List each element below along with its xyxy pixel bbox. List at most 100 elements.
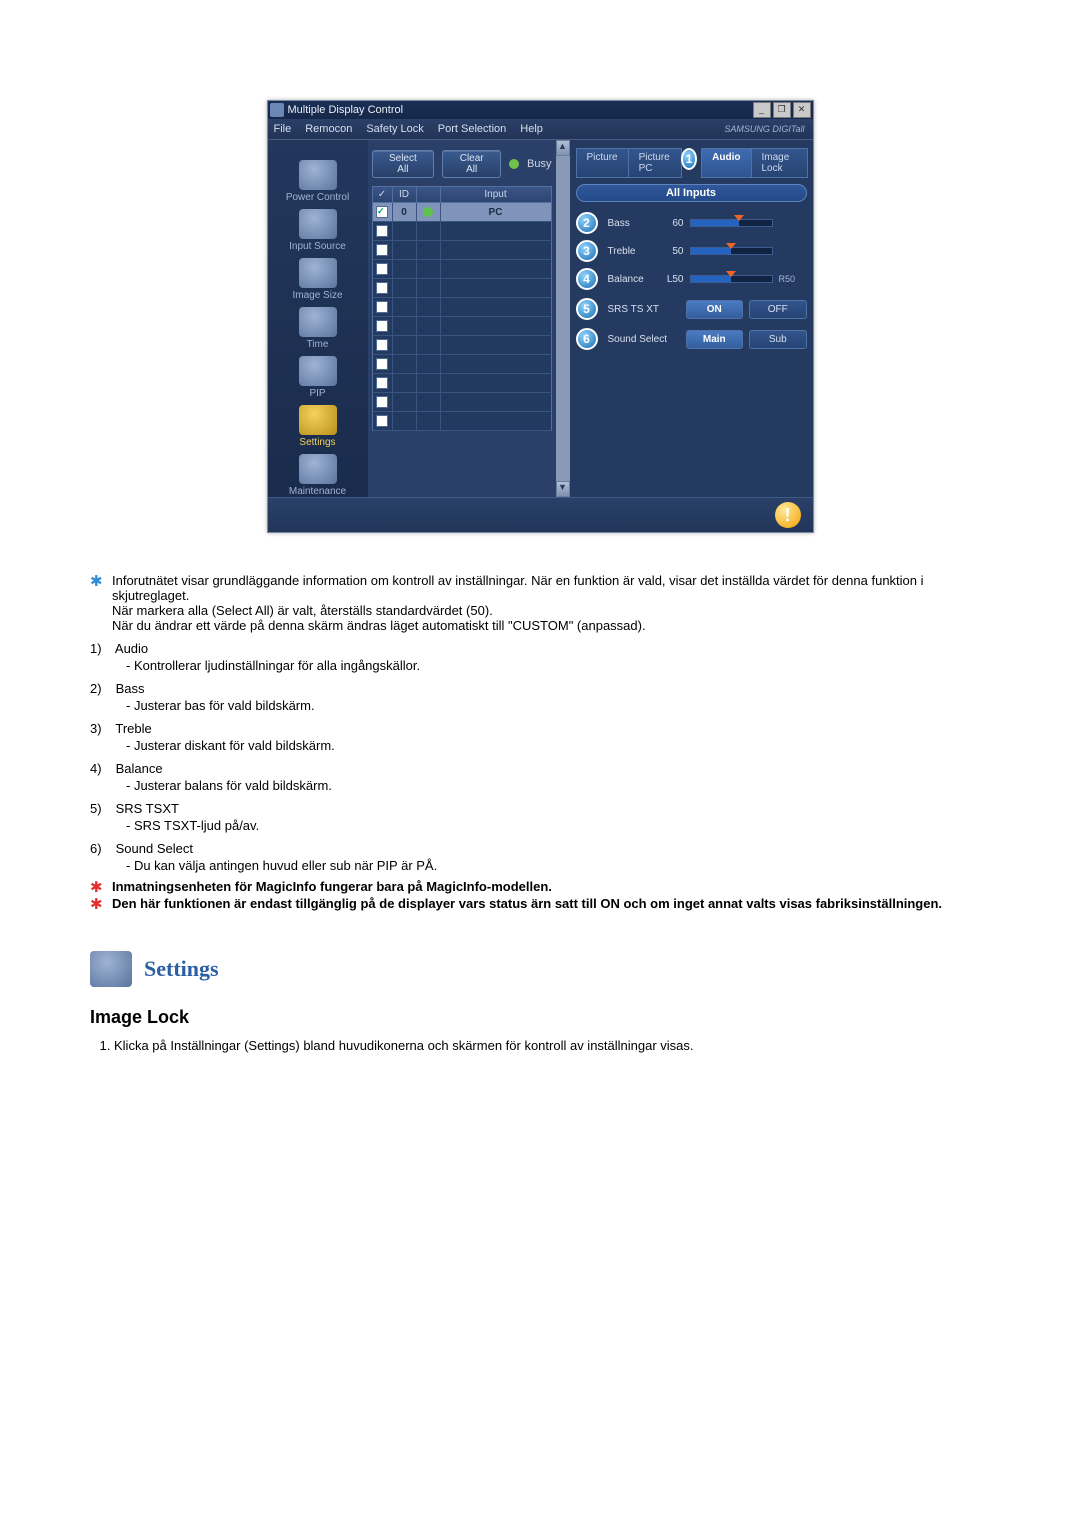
image-lock-steps: Klicka på Inställningar (Settings) bland… <box>90 1038 990 1053</box>
grid-row[interactable] <box>372 298 552 317</box>
grid-row[interactable] <box>372 222 552 241</box>
sidebar-item-maintenance[interactable]: Maintenance <box>278 454 358 497</box>
bass-label: Bass <box>608 218 652 229</box>
sidebar-item-label: Power Control <box>278 192 358 203</box>
settings-section-icon <box>90 951 132 987</box>
sidebar-item-input-source[interactable]: Input Source <box>278 209 358 252</box>
balance-label: Balance <box>608 274 652 285</box>
scroll-up-icon[interactable]: ▲ <box>556 140 570 156</box>
grid-row[interactable] <box>372 374 552 393</box>
item-title: Audio <box>115 641 148 656</box>
balance-row: 4 Balance L50 R50 <box>576 268 807 290</box>
sidebar-item-time[interactable]: Time <box>278 307 358 350</box>
callout-5-icon: 5 <box>576 298 598 320</box>
grid-row[interactable] <box>372 260 552 279</box>
sidebar-item-settings[interactable]: Settings <box>278 405 358 448</box>
sidebar-item-label: PIP <box>278 388 358 399</box>
window-title: Multiple Display Control <box>288 104 753 116</box>
settings-pane: Picture Picture PC 1 Audio Image Lock Al… <box>570 140 813 497</box>
app-icon <box>270 103 284 117</box>
row-checkbox[interactable] <box>376 377 388 389</box>
app-window: Multiple Display Control _ ❐ ✕ File Remo… <box>267 100 814 533</box>
treble-slider[interactable] <box>690 247 773 255</box>
row-checkbox[interactable] <box>376 396 388 408</box>
row-checkbox[interactable] <box>376 282 388 294</box>
sidebar-item-label: Time <box>278 339 358 350</box>
menu-file[interactable]: File <box>274 123 292 135</box>
grid-row[interactable] <box>372 241 552 260</box>
clear-all-button[interactable]: Clear All <box>442 150 501 178</box>
callout-3-icon: 3 <box>576 240 598 262</box>
scroll-down-icon[interactable]: ▼ <box>556 481 570 497</box>
menubar: File Remocon Safety Lock Port Selection … <box>268 119 813 140</box>
col-id: ID <box>393 187 417 202</box>
item-number: 1) <box>90 641 112 656</box>
balance-slider[interactable] <box>690 275 773 283</box>
sidebar: Power Control Input Source Image Size Ti… <box>268 140 368 497</box>
col-input: Input <box>441 187 551 202</box>
sound-main-button[interactable]: Main <box>686 330 744 349</box>
sidebar-item-power-control[interactable]: Power Control <box>278 160 358 203</box>
tab-picture-pc[interactable]: Picture PC <box>628 148 682 178</box>
display-grid-pane: Select All Clear All Busy ✓ ID Input 0 P… <box>368 140 556 497</box>
balance-value: L50 <box>658 274 684 285</box>
settings-section: Settings <box>90 951 990 987</box>
restore-button[interactable]: ❐ <box>773 102 791 118</box>
select-all-button[interactable]: Select All <box>372 150 435 178</box>
row-checkbox[interactable] <box>376 244 388 256</box>
row-checkbox[interactable] <box>376 206 388 218</box>
treble-row: 3 Treble 50 <box>576 240 807 262</box>
item-desc: - Du kan välja antingen huvud eller sub … <box>126 858 990 873</box>
row-checkbox[interactable] <box>376 320 388 332</box>
bass-slider[interactable] <box>690 219 773 227</box>
intro-note: ✱ Inforutnätet visar grundläggande infor… <box>90 573 990 633</box>
grid-row[interactable] <box>372 279 552 298</box>
row-checkbox[interactable] <box>376 339 388 351</box>
grid-row[interactable] <box>372 412 552 431</box>
sidebar-item-label: Image Size <box>278 290 358 301</box>
callout-1-icon: 1 <box>681 148 697 170</box>
grid-row[interactable]: 0 PC <box>372 203 552 222</box>
bass-value: 60 <box>658 218 684 229</box>
row-checkbox[interactable] <box>376 301 388 313</box>
item-title: Balance <box>116 761 163 776</box>
row-checkbox[interactable] <box>376 415 388 427</box>
srs-off-button[interactable]: OFF <box>749 300 807 319</box>
tab-audio[interactable]: Audio <box>701 148 751 178</box>
grid-row[interactable] <box>372 393 552 412</box>
grid-row[interactable] <box>372 355 552 374</box>
grid-row[interactable] <box>372 317 552 336</box>
tab-image-lock[interactable]: Image Lock <box>751 148 808 178</box>
grid-scrollbar[interactable]: ▲ ▼ <box>556 140 570 497</box>
srs-on-button[interactable]: ON <box>686 300 744 319</box>
srs-label: SRS TS XT <box>608 304 680 315</box>
menu-safety-lock[interactable]: Safety Lock <box>366 123 423 135</box>
power-icon <box>299 160 337 190</box>
grid-header: ✓ ID Input <box>372 186 552 203</box>
row-checkbox[interactable] <box>376 358 388 370</box>
item-desc: - Kontrollerar ljudinställningar för all… <box>126 658 990 673</box>
intro-line2: När markera alla (Select All) är valt, å… <box>112 603 493 618</box>
row-checkbox[interactable] <box>376 225 388 237</box>
sound-sub-button[interactable]: Sub <box>749 330 807 349</box>
app-body: Power Control Input Source Image Size Ti… <box>268 140 813 497</box>
col-status <box>417 187 441 202</box>
close-button[interactable]: ✕ <box>793 102 811 118</box>
menu-help[interactable]: Help <box>520 123 543 135</box>
col-check: ✓ <box>373 187 393 202</box>
statusbar: ! <box>268 497 813 532</box>
item-desc: - Justerar diskant för vald bildskärm. <box>126 738 990 753</box>
grid-row[interactable] <box>372 336 552 355</box>
intro-line3: När du ändrar ett värde på denna skärm ä… <box>112 618 646 633</box>
menu-port-selection[interactable]: Port Selection <box>438 123 506 135</box>
sidebar-item-image-size[interactable]: Image Size <box>278 258 358 301</box>
tab-picture[interactable]: Picture <box>576 148 629 178</box>
row-checkbox[interactable] <box>376 263 388 275</box>
callout-6-icon: 6 <box>576 328 598 350</box>
sidebar-item-pip[interactable]: PIP <box>278 356 358 399</box>
minimize-button[interactable]: _ <box>753 102 771 118</box>
settings-heading: Settings <box>144 956 219 982</box>
star-icon: ✱ <box>90 574 103 589</box>
menu-remocon[interactable]: Remocon <box>305 123 352 135</box>
warning-notes: ✱ Inmatningsenheten för MagicInfo funger… <box>90 879 990 911</box>
